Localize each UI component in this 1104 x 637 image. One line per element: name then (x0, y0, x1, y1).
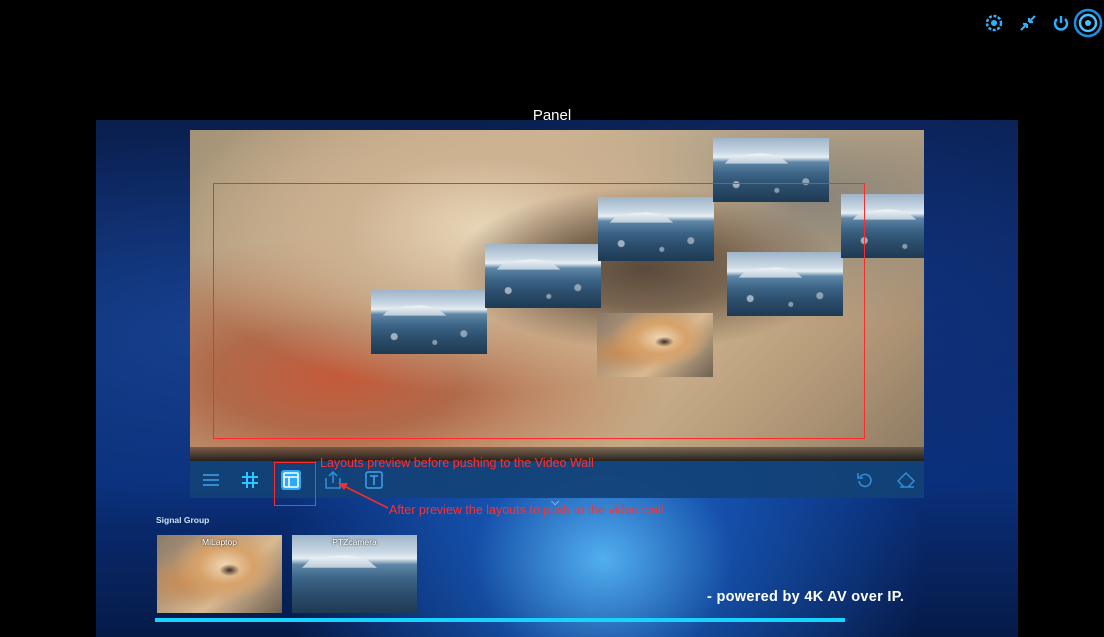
layout-button-highlight (274, 462, 316, 506)
dial-icon[interactable] (1073, 8, 1103, 38)
source-name: MiLaptop (202, 537, 237, 547)
source-thumbnail-ptzcamera[interactable]: PTZcamera (292, 535, 417, 613)
progress-bar (155, 618, 845, 622)
push-annotation: After preview the layouts to push to the… (389, 503, 664, 517)
layout-preview-annotation: Layouts preview before pushing to the Vi… (320, 456, 594, 470)
signal-group-label: Signal Group (156, 515, 210, 525)
panel-title: Panel (532, 107, 572, 124)
shrink-icon[interactable] (1017, 12, 1039, 34)
source-thumbnail-milaptop[interactable]: MiLaptop (157, 535, 282, 613)
chevron-down-icon[interactable]: ⌵ (551, 496, 559, 509)
progress-fill (155, 618, 845, 622)
eraser-icon[interactable] (893, 467, 919, 493)
undo-icon[interactable] (852, 467, 878, 493)
power-icon[interactable] (1050, 12, 1072, 34)
grid-icon[interactable] (237, 467, 263, 493)
gear-icon[interactable] (983, 12, 1005, 34)
tagline: - powered by 4K AV over IP. (707, 589, 905, 605)
menu-icon[interactable] (198, 467, 224, 493)
layout-preview-outline (213, 183, 865, 439)
source-name: PTZcamera (332, 537, 377, 547)
arrow-icon (338, 483, 389, 509)
